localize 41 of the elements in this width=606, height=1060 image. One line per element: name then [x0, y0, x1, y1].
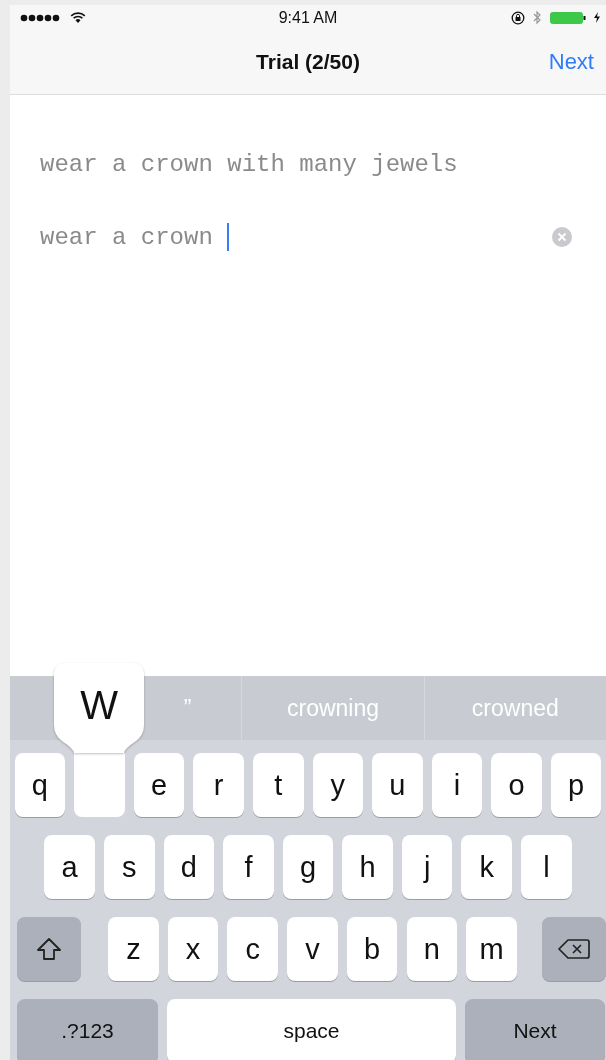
space-key[interactable]: space — [167, 999, 456, 1060]
key[interactable]: h — [342, 835, 393, 899]
status-time: 9:41 AM — [278, 8, 338, 27]
key[interactable]: v — [287, 917, 338, 981]
key[interactable]: o — [491, 753, 542, 817]
key[interactable]: i — [431, 753, 483, 817]
key[interactable]: k — [461, 835, 513, 899]
wifi-icon — [70, 11, 86, 24]
key[interactable]: f — [223, 835, 274, 899]
key[interactable]: g — [282, 835, 334, 899]
backspace-icon — [557, 938, 590, 960]
key[interactable]: l — [521, 835, 572, 899]
key[interactable]: r — [193, 753, 244, 817]
rotation-lock-icon — [511, 10, 525, 25]
shift-icon — [36, 937, 62, 961]
key[interactable]: y — [312, 753, 364, 817]
key[interactable]: e — [133, 753, 185, 817]
key[interactable]: p — [550, 753, 602, 817]
key[interactable]: a — [44, 835, 95, 899]
battery-icon — [550, 11, 586, 24]
charging-icon — [594, 12, 600, 23]
key[interactable]: m — [466, 917, 517, 981]
key[interactable]: b — [346, 917, 398, 981]
numbers-key[interactable]: .?123 — [17, 999, 158, 1060]
key[interactable]: c — [227, 917, 279, 981]
key[interactable]: d — [163, 835, 215, 899]
key[interactable]: j — [401, 835, 453, 899]
shift-key[interactable] — [17, 917, 81, 981]
bluetooth-icon — [533, 10, 542, 25]
key[interactable]: z — [108, 917, 159, 981]
key[interactable]: n — [406, 917, 458, 981]
next-button[interactable]: Next — [548, 49, 594, 75]
next-key[interactable]: Next — [465, 999, 605, 1060]
key[interactable]: u — [372, 753, 423, 817]
delete-key[interactable] — [541, 917, 606, 981]
key[interactable]: t — [252, 753, 304, 817]
nav-title: Trial (2/50) — [256, 50, 360, 74]
key[interactable]: s — [103, 835, 155, 899]
key[interactable]: x — [167, 917, 219, 981]
key[interactable]: q — [14, 753, 66, 817]
prompt-text: wear a crown with many jewels — [40, 150, 459, 180]
